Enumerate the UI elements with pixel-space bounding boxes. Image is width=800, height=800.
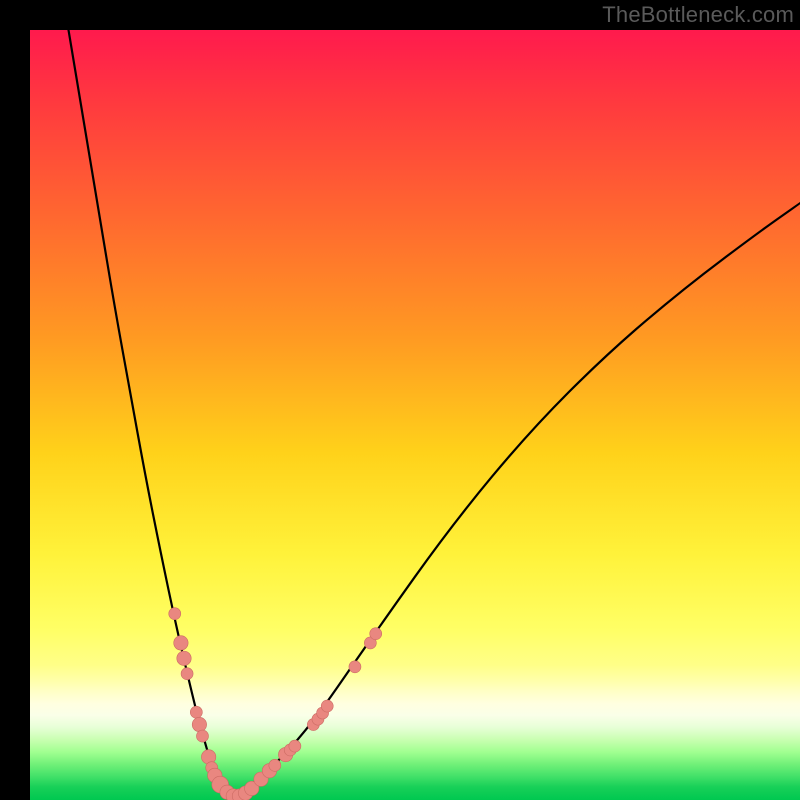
marker-dot (196, 730, 208, 742)
marker-dot (174, 636, 188, 650)
marker-dot (169, 608, 181, 620)
chart-svg (30, 30, 800, 800)
marker-dot (370, 628, 382, 640)
marker-dot (269, 759, 281, 771)
marker-dot (190, 706, 202, 718)
marker-dot (181, 668, 193, 680)
plot-area (30, 30, 800, 800)
marker-dot (349, 661, 361, 673)
chart-frame: TheBottleneck.com (0, 0, 800, 800)
marker-dot (192, 717, 206, 731)
marker-dot (177, 651, 191, 665)
watermark-text: TheBottleneck.com (602, 2, 794, 28)
curve-markers (169, 608, 382, 800)
marker-dot (321, 700, 333, 712)
bottleneck-curve (69, 30, 800, 797)
marker-dot (289, 740, 301, 752)
